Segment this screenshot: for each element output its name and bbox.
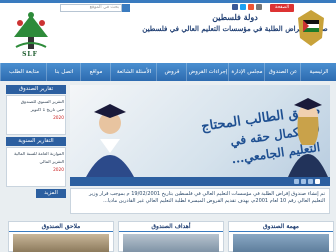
- sidebar-link[interactable]: التقرير المالي: [10, 160, 64, 164]
- sidebar-box-reports: التقرير السنوي للصندوق حتى تاريخ 1 أكتوب…: [6, 95, 66, 135]
- graduate-student-image: [86, 104, 134, 177]
- twitter-icon[interactable]: [240, 4, 246, 10]
- slider-dot[interactable]: [308, 179, 313, 184]
- sidebar-head-reports: تقارير الصندوق: [6, 85, 66, 94]
- nav-item-loans[interactable]: قروض: [156, 63, 187, 81]
- annex-title: ملاحق الصندوق: [9, 222, 113, 232]
- news-ticker[interactable]: تم إنشاء صندوق إقراض الطلبة في مؤسسات ال…: [70, 188, 330, 214]
- slider-pager: [70, 177, 330, 186]
- nav-item-board[interactable]: مجلس الإدارة: [228, 63, 265, 81]
- nav-item-links[interactable]: مواقع: [80, 63, 111, 81]
- search-icon[interactable]: [122, 4, 130, 12]
- search-input[interactable]: بحث في الموقع: [60, 4, 122, 12]
- goals-title: أهداف الصندوق: [119, 222, 223, 232]
- sidebar-link[interactable]: حتى تاريخ 1 أكتوبر: [10, 108, 64, 112]
- sidebar-box-annual: الموازنة العامة للسنة المالية التقرير ال…: [6, 147, 66, 187]
- sidebar-date: 2020: [53, 116, 64, 121]
- sidebar-link[interactable]: الموازنة العامة للسنة المالية: [10, 152, 64, 156]
- nav-item-loan-procedures[interactable]: إجراءات القروض: [186, 63, 229, 81]
- annex-card[interactable]: ملاحق الصندوق: [8, 221, 114, 252]
- nav-item-contact[interactable]: اتصل بنا: [46, 63, 81, 81]
- sidebar-date: 2020: [53, 168, 64, 173]
- hero-slider[interactable]: طريق الطالب المحتاج لاستكمال حقه في التع…: [70, 85, 330, 177]
- logo-text: SLF: [22, 51, 38, 58]
- sidebar: تقارير الصندوق التقرير السنوي للصندوق حت…: [6, 85, 66, 220]
- mission-image: [233, 234, 329, 252]
- goals-image: [123, 234, 219, 252]
- main-nav: الرئيسية عن الصندوق مجلس الإدارة إجراءات…: [0, 63, 336, 81]
- sidebar-link[interactable]: التقرير السنوي للصندوق: [10, 100, 64, 104]
- facebook-icon[interactable]: [232, 4, 238, 10]
- annex-image: [13, 234, 109, 252]
- nav-item-track-request[interactable]: متابعة الطلب: [0, 63, 47, 81]
- slider-dot[interactable]: [294, 179, 299, 184]
- nav-item-faq[interactable]: الأسئلة الشائعة: [110, 63, 157, 81]
- mission-card[interactable]: مهمة الصندوق: [228, 221, 334, 252]
- sidebar-head-annual: التقارير السنوية: [6, 137, 66, 146]
- youtube-icon[interactable]: [248, 4, 254, 10]
- palestine-emblem-icon: [298, 10, 324, 46]
- graduate-woman-image: [288, 98, 328, 177]
- site-header: SLF دولة فلسطين صندوق إقراض الطلبة في مؤ…: [0, 3, 336, 63]
- goals-card[interactable]: أهداف الصندوق: [118, 221, 224, 252]
- slider-dot-active[interactable]: [315, 179, 320, 184]
- bottom-sections: مهمة الصندوق أهداف الصندوق ملاحق الصندوق: [0, 221, 336, 252]
- slider-dot[interactable]: [301, 179, 306, 184]
- top-bar: بحث في الموقع الصفحة الإنكليزية: [60, 4, 330, 18]
- mission-title: مهمة الصندوق: [229, 222, 333, 232]
- language-button[interactable]: الصفحة الإنكليزية: [270, 4, 294, 18]
- sidebar-more-button[interactable]: المزيد: [36, 189, 66, 198]
- rss-icon[interactable]: [256, 4, 262, 10]
- nav-item-home[interactable]: الرئيسية: [300, 63, 336, 81]
- nav-item-about[interactable]: عن الصندوق: [264, 63, 301, 81]
